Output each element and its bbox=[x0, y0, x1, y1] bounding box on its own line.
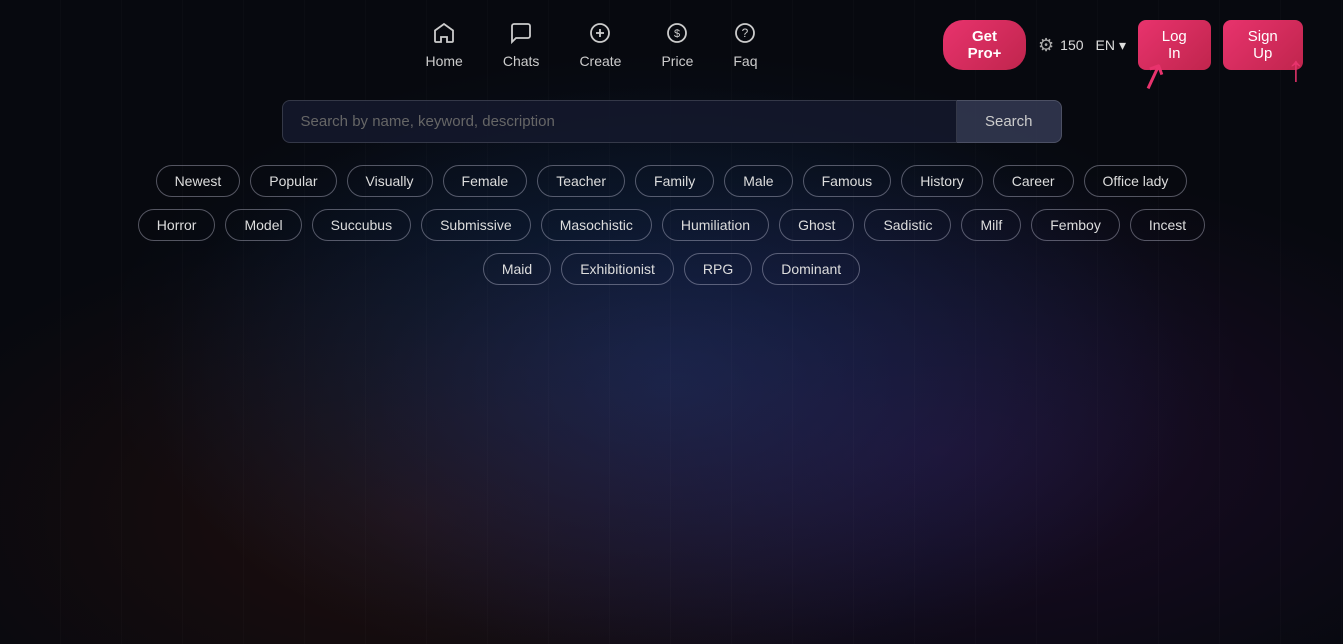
nav-item-create[interactable]: Create bbox=[579, 21, 621, 69]
tags-section: Newest Popular Visually Female Teacher F… bbox=[0, 165, 1343, 285]
tag-teacher[interactable]: Teacher bbox=[537, 165, 625, 197]
tag-succubus[interactable]: Succubus bbox=[312, 209, 411, 241]
nav-item-price[interactable]: $ Price bbox=[661, 21, 693, 69]
nav-item-faq[interactable]: ? Faq bbox=[733, 21, 757, 69]
tag-ghost[interactable]: Ghost bbox=[779, 209, 854, 241]
get-pro-button[interactable]: Get Pro+ bbox=[943, 20, 1026, 70]
question-icon: ? bbox=[733, 21, 757, 49]
navbar: Home Chats bbox=[0, 0, 1343, 90]
tag-sadistic[interactable]: Sadistic bbox=[864, 209, 951, 241]
lang-label: EN bbox=[1096, 37, 1115, 53]
tags-row-1: Newest Popular Visually Female Teacher F… bbox=[156, 165, 1188, 197]
tag-famous[interactable]: Famous bbox=[803, 165, 892, 197]
tag-male[interactable]: Male bbox=[724, 165, 792, 197]
nav-label-chats: Chats bbox=[503, 53, 540, 69]
nav-label-price: Price bbox=[661, 53, 693, 69]
tag-dominant[interactable]: Dominant bbox=[762, 253, 860, 285]
tag-femboy[interactable]: Femboy bbox=[1031, 209, 1120, 241]
tag-family[interactable]: Family bbox=[635, 165, 714, 197]
svg-text:$: $ bbox=[674, 28, 680, 40]
tag-horror[interactable]: Horror bbox=[138, 209, 216, 241]
tag-career[interactable]: Career bbox=[993, 165, 1074, 197]
language-selector[interactable]: EN ▾ bbox=[1096, 37, 1126, 54]
tag-exhibitionist[interactable]: Exhibitionist bbox=[561, 253, 674, 285]
tag-office-lady[interactable]: Office lady bbox=[1084, 165, 1188, 197]
tag-maid[interactable]: Maid bbox=[483, 253, 551, 285]
tag-newest[interactable]: Newest bbox=[156, 165, 241, 197]
plus-circle-icon bbox=[588, 21, 612, 49]
login-button[interactable]: Log In bbox=[1138, 20, 1211, 70]
nav-item-chats[interactable]: Chats bbox=[503, 21, 540, 69]
tag-milf[interactable]: Milf bbox=[961, 209, 1021, 241]
chat-icon bbox=[509, 21, 533, 49]
home-icon bbox=[432, 21, 456, 49]
nav-center: Home Chats bbox=[426, 21, 758, 69]
tag-history[interactable]: History bbox=[901, 165, 983, 197]
search-input[interactable] bbox=[282, 100, 957, 143]
tag-submissive[interactable]: Submissive bbox=[421, 209, 531, 241]
tag-female[interactable]: Female bbox=[443, 165, 528, 197]
signup-button[interactable]: Sign Up bbox=[1223, 20, 1303, 70]
tags-row-2: Horror Model Succubus Submissive Masochi… bbox=[138, 209, 1205, 241]
dollar-icon: $ bbox=[665, 21, 689, 49]
nav-label-home: Home bbox=[426, 53, 463, 69]
tags-row-3: Maid Exhibitionist RPG Dominant bbox=[483, 253, 860, 285]
nav-item-home[interactable]: Home bbox=[426, 21, 463, 69]
tag-rpg[interactable]: RPG bbox=[684, 253, 752, 285]
credits-value: 150 bbox=[1060, 37, 1083, 53]
tag-visually[interactable]: Visually bbox=[347, 165, 433, 197]
tag-humiliation[interactable]: Humiliation bbox=[662, 209, 769, 241]
search-section: Search bbox=[0, 100, 1343, 143]
chevron-down-icon: ▾ bbox=[1119, 37, 1126, 54]
nav-label-create: Create bbox=[579, 53, 621, 69]
tag-incest[interactable]: Incest bbox=[1130, 209, 1205, 241]
search-container: Search bbox=[282, 100, 1062, 143]
nav-label-faq: Faq bbox=[733, 53, 757, 69]
credits-display: ⚙ 150 bbox=[1038, 35, 1084, 56]
tag-masochistic[interactable]: Masochistic bbox=[541, 209, 652, 241]
tag-popular[interactable]: Popular bbox=[250, 165, 336, 197]
nav-right: Get Pro+ ⚙ 150 EN ▾ Log In Sign Up bbox=[943, 20, 1303, 70]
credits-icon: ⚙ bbox=[1038, 35, 1054, 56]
tag-model[interactable]: Model bbox=[225, 209, 301, 241]
search-button[interactable]: Search bbox=[957, 100, 1062, 143]
svg-text:?: ? bbox=[742, 26, 749, 40]
